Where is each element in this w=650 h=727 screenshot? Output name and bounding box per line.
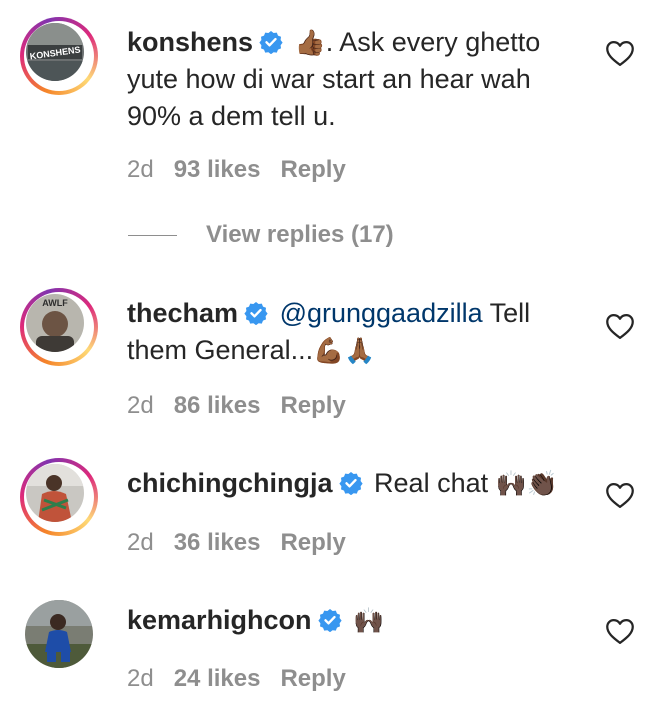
avatar[interactable] bbox=[26, 464, 84, 522]
avatar[interactable]: KONSHENS bbox=[26, 23, 84, 81]
comment-likes[interactable]: 36 likes bbox=[174, 529, 261, 556]
heart-outline-icon[interactable] bbox=[605, 39, 635, 67]
comment-time[interactable]: 2d bbox=[127, 392, 154, 419]
comment-time[interactable]: 2d bbox=[127, 156, 154, 183]
comment-meta: 2d 24 likes Reply bbox=[127, 665, 366, 693]
comment-text: Real chat bbox=[374, 468, 496, 498]
comment-meta: 2d 36 likes Reply bbox=[127, 529, 366, 557]
heart-outline-icon[interactable] bbox=[605, 617, 635, 645]
comment-emoji: 🙌🏿 bbox=[353, 606, 385, 635]
avatar[interactable] bbox=[25, 600, 93, 668]
comment-username[interactable]: thecham bbox=[127, 298, 238, 328]
comment-body: thecham @grunggaadzilla Tell them Genera… bbox=[127, 295, 587, 369]
comment-body: kemarhighcon 🙌🏿 bbox=[127, 602, 587, 639]
comment-likes[interactable]: 93 likes bbox=[174, 156, 261, 183]
comment-body: chichingchingja Real chat 🙌🏿👏🏿 bbox=[127, 465, 587, 502]
verified-badge-icon bbox=[259, 31, 283, 54]
comment-body: konshens 👍🏾. Ask every ghetto yute how d… bbox=[127, 24, 587, 135]
avatar-story-ring[interactable]: AWLF bbox=[20, 288, 98, 366]
comment-meta: 2d 93 likes Reply bbox=[127, 156, 366, 184]
avatar-logo-text: AWLF bbox=[42, 298, 68, 308]
comment-meta: 2d 86 likes Reply bbox=[127, 392, 366, 420]
comment-username[interactable]: kemarhighcon bbox=[127, 605, 312, 635]
comment-likes[interactable]: 24 likes bbox=[174, 665, 261, 692]
comment-username[interactable]: konshens bbox=[127, 27, 253, 57]
reply-button[interactable]: Reply bbox=[280, 392, 345, 419]
comment-likes[interactable]: 86 likes bbox=[174, 392, 261, 419]
comment-emoji: 💪🏾🙏🏾 bbox=[313, 336, 376, 365]
heart-outline-icon[interactable] bbox=[605, 481, 635, 509]
view-replies-line bbox=[128, 235, 177, 236]
view-replies-label[interactable]: View replies (17) bbox=[206, 221, 394, 249]
comment-time[interactable]: 2d bbox=[127, 529, 154, 556]
verified-badge-icon bbox=[338, 472, 363, 495]
avatar-story-ring[interactable]: KONSHENS bbox=[20, 17, 98, 95]
comment-emoji: 👍🏾 bbox=[294, 28, 326, 57]
reply-button[interactable]: Reply bbox=[280, 665, 345, 692]
comment-time[interactable]: 2d bbox=[127, 665, 154, 692]
verified-badge-icon bbox=[244, 302, 268, 325]
verified-badge-icon bbox=[317, 609, 342, 632]
avatar-story-ring[interactable] bbox=[20, 458, 98, 536]
reply-button[interactable]: Reply bbox=[280, 156, 345, 183]
comment-emoji: 🙌🏿👏🏿 bbox=[495, 469, 558, 498]
heart-outline-icon[interactable] bbox=[605, 312, 635, 340]
comment-username[interactable]: chichingchingja bbox=[127, 468, 333, 498]
avatar[interactable]: AWLF bbox=[26, 294, 84, 352]
reply-button[interactable]: Reply bbox=[280, 529, 345, 556]
comment-mention-link[interactable]: @grunggaadzilla bbox=[280, 298, 483, 328]
